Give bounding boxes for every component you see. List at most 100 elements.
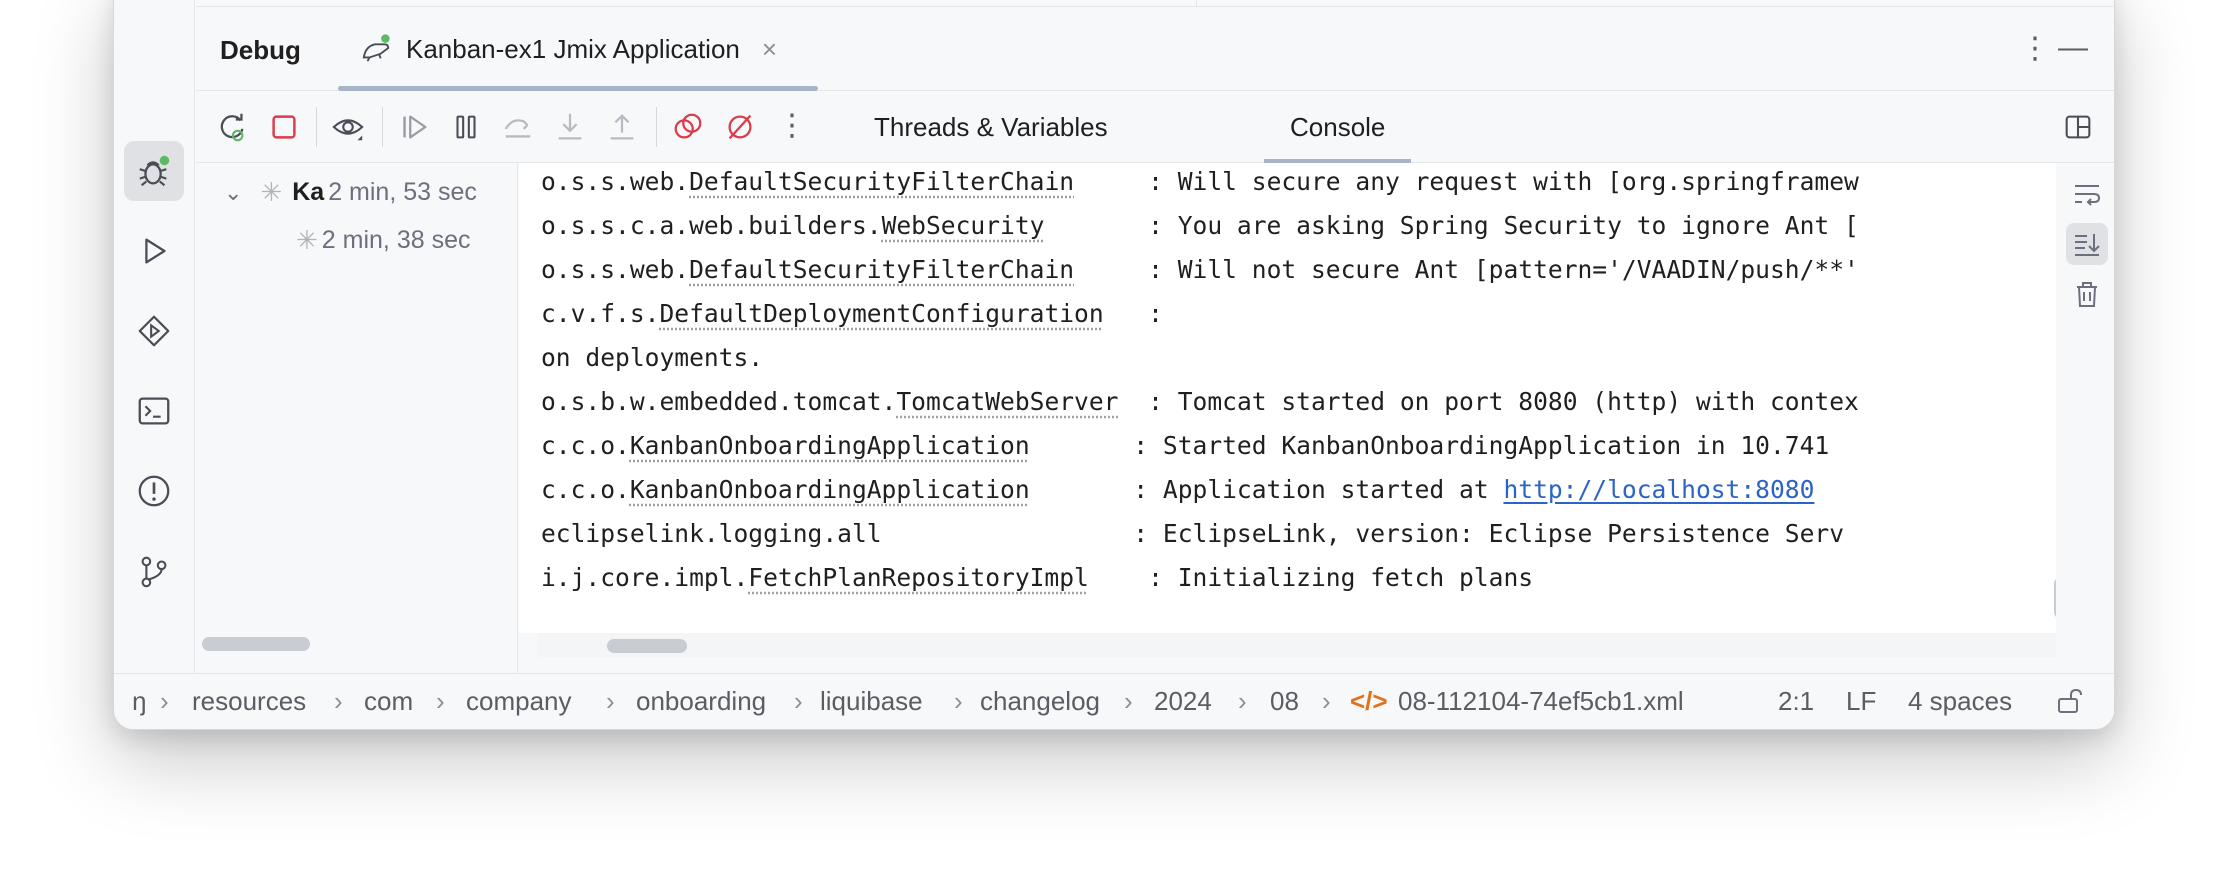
chevron-right-icon: › [606,686,615,716]
breadcrumb-item[interactable]: 2024 [1154,686,1212,717]
mute-breakpoints-icon [728,114,752,140]
tool-window-stripe [114,0,195,673]
indent-setting[interactable]: 4 spaces [1908,686,2012,717]
frame-row[interactable]: ✳ 2 min, 38 sec [296,225,470,256]
breadcrumb-item[interactable]: liquibase [820,686,923,717]
debug-header: Debug Kanban-ex1 Jmix Application × ⋮ — [196,7,2114,91]
tab-console-label: Console [1290,111,1386,142]
rerun-button[interactable] [214,109,250,145]
stop-icon [272,115,296,139]
caret-position[interactable]: 2:1 [1778,686,1814,717]
step-out-icon [610,114,634,140]
console-output[interactable]: o.s.s.web.DefaultSecurityFilterChain : W… [519,163,2056,633]
services-tool-button[interactable] [124,301,184,361]
console-line: c.c.o.KanbanOnboardingApplication : Star… [541,431,1830,460]
chevron-right-icon: › [1322,686,1331,716]
soft-wrap-button[interactable] [2066,173,2108,215]
breadcrumb-file[interactable]: 08-112104-74ef5cb1.xml [1398,686,1684,717]
breadcrumb-item[interactable]: onboarding [636,686,766,717]
chevron-down-icon[interactable]: ⌄ [224,180,242,206]
console-hscroll-thumb[interactable] [607,639,687,653]
debug-tool-button[interactable] [124,141,184,201]
chevron-right-icon: › [436,686,445,716]
xml-file-icon: </> [1350,686,1388,716]
console-line: o.s.s.c.a.web.builders.WebSecurity : You… [541,211,1859,240]
run-tab[interactable]: Kanban-ex1 Jmix Application × [338,7,818,91]
chevron-right-icon: › [334,686,343,716]
view-breakpoints-button[interactable] [330,109,366,145]
problems-tool-button[interactable] [124,461,184,521]
terminal-tool-button[interactable] [124,381,184,441]
chevron-right-icon: › [1238,686,1247,716]
git-tool-button[interactable] [124,541,184,601]
warning-circle-icon [138,475,170,507]
play-icon [145,238,166,264]
step-out-button[interactable] [604,109,640,145]
scroll-to-end-button[interactable] [2066,223,2108,265]
services-icon [138,315,170,347]
lock-icon[interactable] [2054,686,2084,723]
frame-time: 2 min, 53 sec [328,178,477,206]
layout-settings-button[interactable] [2060,109,2096,145]
pause-icon [456,115,476,139]
step-into-button[interactable] [552,109,588,145]
debug-toolbar: ⋮ Threads & Variables Console [196,91,2114,163]
line-separator[interactable]: LF [1846,686,1876,717]
tab-threads-variables-label: Threads & Variables [874,111,1108,142]
jmix-app-icon [362,34,390,62]
layout-icon [2065,115,2091,139]
status-bar: ŋ › resources › com › company › onboardi… [114,673,2114,729]
spinner-icon: ✳ [260,177,283,207]
step-over-icon [504,119,531,138]
breadcrumb-item[interactable]: resources [192,686,306,717]
frame-name: Ka [292,178,325,206]
console-line: o.s.s.web.DefaultSecurityFilterChain : W… [541,255,1859,284]
console-line: o.s.b.w.embedded.tomcat.TomcatWebServer … [541,387,1859,416]
frame-time: 2 min, 38 sec [321,226,471,254]
console-actions [2056,163,2114,673]
breadcrumb-item[interactable]: com [364,686,413,717]
more-options-icon[interactable]: ⋮ [2020,31,2050,66]
console-line: on deployments. [541,343,764,372]
console-line: c.c.o.KanbanOnboardingApplication : Appl… [541,475,1815,504]
minimize-icon[interactable]: — [2058,31,2088,65]
breadcrumb-item[interactable]: 08 [1270,686,1299,717]
view-breakpoints-list-button[interactable] [670,109,706,145]
breadcrumb-item[interactable]: company [466,686,572,717]
frame-row[interactable]: ⌄ ✳ Ka 2 min, 53 sec [224,177,477,208]
run-tool-button[interactable] [124,221,184,281]
resume-button[interactable] [396,109,432,145]
step-over-button[interactable] [500,109,536,145]
mute-breakpoints-button[interactable] [722,109,758,145]
debug-title: Debug [220,35,301,65]
close-icon[interactable]: × [762,34,777,65]
rerun-debug-icon [220,113,244,142]
frames-hscroll-thumb[interactable] [202,637,310,651]
scroll-to-end-icon [2075,234,2100,256]
trash-icon [2077,282,2097,307]
chevron-right-icon: › [954,686,963,716]
console-hscroll[interactable] [537,633,2056,657]
console-line: c.v.f.s.DefaultDeploymentConfiguration : [541,299,1163,328]
breadcrumb-item[interactable]: ŋ [132,686,146,717]
spinner-icon: ✳ [296,225,318,255]
bug-icon [139,155,170,187]
console-line: o.s.s.web.DefaultSecurityFilterChain : W… [541,167,1859,196]
eye-icon [332,119,364,141]
frames-panel: ⌄ ✳ Ka 2 min, 53 sec ✳ 2 min, 38 sec [196,163,518,673]
stop-button[interactable] [266,109,302,145]
pause-button[interactable] [448,109,484,145]
chevron-right-icon: › [160,686,169,716]
breadcrumb-item[interactable]: changelog [980,686,1100,717]
localhost-link[interactable]: http://localhost:8080 [1503,475,1814,504]
toolbar-more-icon[interactable]: ⋮ [774,107,810,143]
step-into-icon [558,113,582,140]
soft-wrap-icon [2075,185,2101,206]
clear-console-button[interactable] [2066,273,2108,315]
terminal-icon [138,397,170,425]
run-tab-label: Kanban-ex1 Jmix Application [406,33,740,64]
tab-threads-variables[interactable]: Threads & Variables [874,91,1108,163]
breakpoints-icon [674,113,702,139]
tab-console[interactable]: Console [1264,91,1412,163]
console-line: i.j.core.impl.FetchPlanRepositoryImpl : … [541,563,1534,592]
